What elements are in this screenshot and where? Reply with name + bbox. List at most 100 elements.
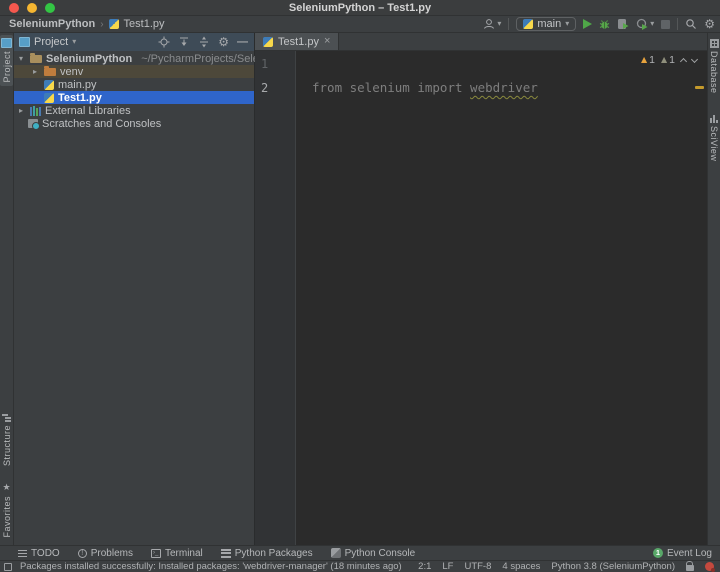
python-icon <box>523 19 533 29</box>
project-tree: ▾ SeleniumPython ~/PycharmProjects/Selen… <box>14 51 254 130</box>
next-problem-button[interactable] <box>691 55 698 62</box>
warning-count[interactable]: ▲ 1 <box>641 54 655 66</box>
toolbar-separator <box>508 18 509 30</box>
problems-icon: ! <box>78 549 87 558</box>
tool-bar-todo[interactable]: TODO <box>18 548 60 559</box>
code-editor[interactable]: 1 2 from selenium import webdriver ▲ 1 ▲ <box>255 51 707 545</box>
run-configuration-select[interactable]: main ▾ <box>516 17 576 31</box>
stop-button[interactable] <box>661 20 670 29</box>
tree-item-test1-py[interactable]: Test1.py <box>14 91 254 104</box>
run-toolbar: ▾ main ▾ <box>483 17 715 31</box>
structure-icon <box>2 414 11 422</box>
debug-button[interactable] <box>599 19 610 30</box>
folder-icon <box>30 55 42 63</box>
encoding-widget[interactable]: UTF-8 <box>464 561 491 572</box>
profiler-button[interactable]: ▾ <box>636 18 654 30</box>
collapse-all-button[interactable] <box>198 36 210 48</box>
python-file-icon <box>44 93 54 103</box>
sciview-icon <box>710 114 719 123</box>
main-area: Project Structure ★ Favorites Project ▾ <box>0 33 720 545</box>
status-message: Packages installed successfully: Install… <box>20 561 402 572</box>
hide-panel-button[interactable]: — <box>237 37 248 48</box>
right-tool-stripe: Database SciView <box>707 33 720 545</box>
locate-file-button[interactable] <box>158 36 170 48</box>
tool-bar-python-packages[interactable]: Python Packages <box>221 548 313 559</box>
project-toolwindow-icon <box>1 38 12 48</box>
chevron-down-icon[interactable]: ▾ <box>72 38 76 46</box>
database-icon <box>710 39 719 48</box>
project-panel: Project ▾ <box>14 33 255 545</box>
line-separator-widget[interactable]: LF <box>442 561 453 572</box>
editor-tab-bar: Test1.py × <box>255 33 707 51</box>
tool-bar-python-console[interactable]: Python Console <box>331 548 416 559</box>
toolbar-separator <box>677 18 678 30</box>
tree-item-main-py[interactable]: main.py <box>14 78 254 91</box>
tree-item-label: SeleniumPython <box>46 53 132 65</box>
expand-all-button[interactable] <box>178 36 190 48</box>
tool-stripe-favorites[interactable]: ★ Favorites <box>1 481 13 541</box>
project-panel-title[interactable]: Project <box>34 36 68 48</box>
event-log-button[interactable]: 1 Event Log <box>653 548 712 559</box>
code-text: from selenium import webdriver <box>296 76 538 100</box>
chevron-right-icon[interactable]: ▸ <box>30 67 40 76</box>
previous-problem-button[interactable] <box>680 58 687 65</box>
tool-stripe-label: Favorites <box>2 496 12 538</box>
project-panel-actions: ⚙ — <box>158 36 248 48</box>
tree-item-external-libraries[interactable]: ▸ External Libraries <box>14 104 254 117</box>
close-tab-icon[interactable]: × <box>324 36 330 47</box>
code-import-statement: from selenium import <box>312 80 470 95</box>
tool-stripe-label: Project <box>2 51 12 83</box>
editor-tab-test1-py[interactable]: Test1.py × <box>255 33 339 50</box>
code-line: 2 from selenium import webdriver <box>255 76 707 100</box>
code-warning-token: webdriver <box>470 80 538 95</box>
inspections-status-icon[interactable] <box>705 562 714 571</box>
breadcrumb-file[interactable]: Test1.py <box>124 18 165 30</box>
code-with-me-button[interactable]: ▾ <box>483 18 501 30</box>
tool-bar-terminal[interactable]: ›_ Terminal <box>151 548 203 559</box>
tree-item-scratches[interactable]: Scratches and Consoles <box>14 117 254 130</box>
error-stripe-warning-mark[interactable] <box>695 86 704 89</box>
warning-icon: ▲ <box>641 56 647 64</box>
tree-item-label: Test1.py <box>58 92 102 104</box>
breadcrumb: SeleniumPython › Test1.py <box>9 18 165 30</box>
editor-tab-label: Test1.py <box>278 36 319 48</box>
run-with-coverage-button[interactable] <box>617 18 629 30</box>
tool-bar-problems[interactable]: ! Problems <box>78 548 133 559</box>
event-log-badge: 1 <box>653 548 663 558</box>
packages-icon <box>221 549 231 558</box>
todo-icon <box>18 550 27 557</box>
terminal-icon: ›_ <box>151 549 161 558</box>
tool-stripe-project[interactable]: Project <box>0 35 13 86</box>
weak-warning-count-label: 1 <box>669 54 675 66</box>
title-bar: SeleniumPython – Test1.py <box>0 0 720 16</box>
python-file-icon <box>263 37 273 47</box>
window-title: SeleniumPython – Test1.py <box>0 0 720 16</box>
indent-widget[interactable]: 4 spaces <box>502 561 540 572</box>
code-line: 1 <box>255 52 707 76</box>
tree-item-venv[interactable]: ▸ venv <box>14 65 254 78</box>
interpreter-widget[interactable]: Python 3.8 (SeleniumPython) <box>551 561 675 572</box>
chevron-down-icon[interactable]: ▾ <box>16 54 26 63</box>
run-button[interactable] <box>583 19 592 29</box>
search-everywhere-button[interactable] <box>685 18 697 30</box>
folder-icon <box>44 68 56 76</box>
settings-button[interactable]: ⚙ <box>704 18 715 30</box>
event-log-label: Event Log <box>667 548 712 559</box>
python-console-icon <box>331 548 341 558</box>
tree-item-project-root[interactable]: ▾ SeleniumPython ~/PycharmProjects/Selen… <box>14 52 254 65</box>
tool-stripe-sciview[interactable]: SciView <box>708 111 720 164</box>
navigation-bar: SeleniumPython › Test1.py ▾ main ▾ <box>0 16 720 33</box>
pycharm-window: SeleniumPython – Test1.py SeleniumPython… <box>0 0 720 572</box>
breadcrumb-separator-icon: › <box>100 19 103 30</box>
panel-options-button[interactable]: ⚙ <box>218 36 229 48</box>
tool-stripe-label: Structure <box>2 425 12 466</box>
caret-position-widget[interactable]: 2:1 <box>418 561 431 572</box>
tool-stripe-database[interactable]: Database <box>708 36 720 97</box>
breadcrumb-project[interactable]: SeleniumPython <box>9 18 95 30</box>
project-panel-header: Project ▾ <box>14 33 254 51</box>
chevron-right-icon[interactable]: ▸ <box>16 106 26 115</box>
tool-stripe-structure[interactable]: Structure <box>1 411 13 469</box>
toolwindow-toggle-icon[interactable] <box>4 563 12 571</box>
weak-warning-count[interactable]: ▲ 1 <box>661 54 675 66</box>
readonly-lock-icon[interactable] <box>686 565 694 571</box>
